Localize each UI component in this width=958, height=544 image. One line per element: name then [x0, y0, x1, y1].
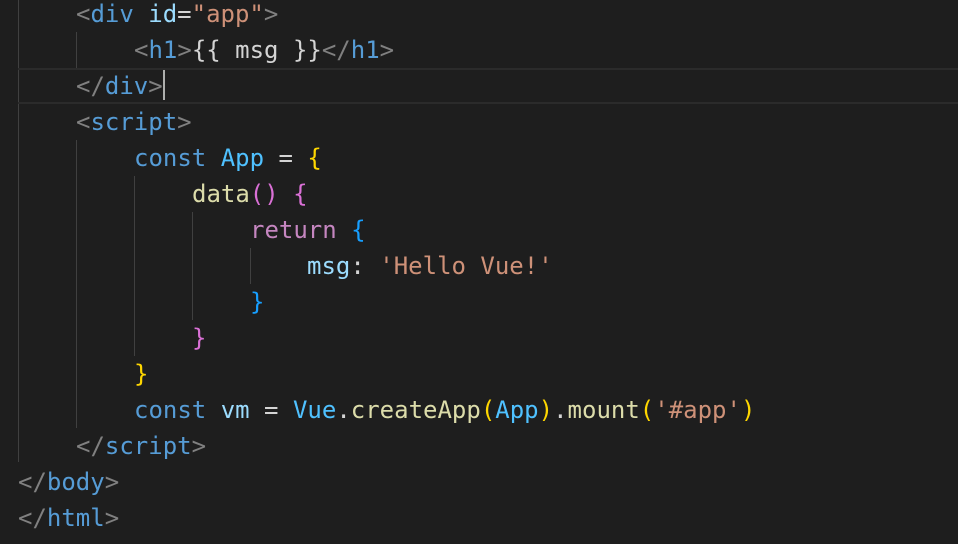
code-token: >: [191, 432, 207, 460]
code-line[interactable]: const App = {: [0, 140, 958, 176]
line-content: }: [134, 356, 148, 392]
code-token: >: [263, 0, 279, 28]
code-token: >: [104, 468, 120, 496]
code-token: vm: [220, 396, 250, 424]
line-content: </div>: [76, 70, 165, 102]
code-token: </: [18, 504, 47, 532]
code-line[interactable]: msg: 'Hello Vue!': [0, 248, 958, 284]
code-token: App: [220, 144, 265, 172]
line-content: </body>: [18, 464, 119, 500]
code-line[interactable]: </body>: [0, 464, 958, 500]
code-token: return: [250, 216, 337, 244]
code-token: <: [76, 108, 91, 136]
code-token: h1: [148, 36, 178, 64]
code-token: =: [249, 396, 293, 424]
code-line[interactable]: }: [0, 284, 958, 320]
code-line[interactable]: </script>: [0, 428, 958, 464]
code-editor[interactable]: <div id="app"> <h1>{{ msg }}</h1> </div>…: [0, 0, 958, 544]
code-token: {: [307, 144, 322, 172]
code-token: </: [76, 432, 105, 460]
code-token: >: [379, 36, 395, 64]
code-line[interactable]: <script>: [0, 104, 958, 140]
code-token: App: [495, 396, 539, 424]
code-line[interactable]: }: [0, 320, 958, 356]
code-token: h1: [350, 36, 380, 64]
code-token: const: [134, 144, 207, 172]
line-content: }: [250, 284, 264, 320]
code-token: =: [177, 0, 192, 28]
code-token: .: [336, 396, 351, 424]
code-line[interactable]: </html>: [0, 500, 958, 536]
code-token: '#app': [654, 396, 741, 424]
code-token: <: [134, 36, 149, 64]
line-content: msg: 'Hello Vue!': [307, 248, 553, 284]
code-token: }: [134, 360, 149, 388]
text-cursor: [162, 70, 165, 100]
code-token: =: [264, 144, 308, 172]
code-token: {: [293, 180, 308, 208]
code-token: </: [76, 72, 105, 100]
code-token: }: [250, 288, 265, 316]
line-content: }: [192, 320, 206, 356]
code-token: ): [740, 396, 756, 424]
code-line[interactable]: data() {: [0, 176, 958, 212]
code-token: >: [104, 504, 120, 532]
line-content: return {: [250, 212, 366, 248]
code-token: }: [192, 324, 207, 352]
code-token: Vue: [292, 396, 337, 424]
line-content: </html>: [18, 500, 119, 536]
code-token: div: [104, 72, 149, 100]
code-token: script: [90, 108, 178, 136]
line-content: <div id="app">: [76, 0, 278, 32]
line-content: const App = {: [134, 140, 322, 176]
code-line[interactable]: <h1>{{ msg }}</h1>: [0, 32, 958, 68]
code-token: >: [177, 108, 192, 136]
code-token: script: [104, 432, 192, 460]
code-token: 'Hello Vue!': [379, 252, 553, 280]
code-token: </: [321, 36, 351, 64]
code-token: {: [351, 216, 366, 244]
line-content: </script>: [76, 428, 206, 464]
line-content: data() {: [192, 176, 308, 212]
code-token: id: [148, 0, 178, 28]
code-token: data: [192, 180, 250, 208]
code-line[interactable]: }: [0, 356, 958, 392]
code-token: {{ msg }}: [191, 36, 322, 64]
code-token: html: [46, 504, 105, 532]
code-token: "app": [191, 0, 264, 28]
code-token: (): [249, 180, 279, 208]
code-token: body: [46, 468, 105, 496]
code-token: >: [148, 72, 163, 100]
code-token: div: [90, 0, 134, 28]
code-token: (: [480, 396, 496, 424]
code-line[interactable]: <div id="app">: [0, 0, 958, 32]
line-content: <h1>{{ msg }}</h1>: [134, 32, 394, 68]
code-token: .: [553, 396, 568, 424]
code-token: </: [18, 468, 47, 496]
code-token: const: [134, 396, 207, 424]
line-content: const vm = Vue.createApp(App).mount('#ap…: [134, 392, 755, 428]
code-token: createApp: [350, 396, 481, 424]
line-content: <script>: [76, 104, 192, 140]
code-token: (: [639, 396, 655, 424]
code-token: >: [177, 36, 192, 64]
code-token: mount: [567, 396, 640, 424]
code-line[interactable]: return {: [0, 212, 958, 248]
code-line[interactable]: const vm = Vue.createApp(App).mount('#ap…: [0, 392, 958, 428]
code-token: <: [76, 0, 91, 28]
code-token: ): [538, 396, 554, 424]
code-token: :: [350, 252, 380, 280]
code-token: msg: [307, 252, 351, 280]
code-line-current[interactable]: </div>: [18, 68, 958, 104]
